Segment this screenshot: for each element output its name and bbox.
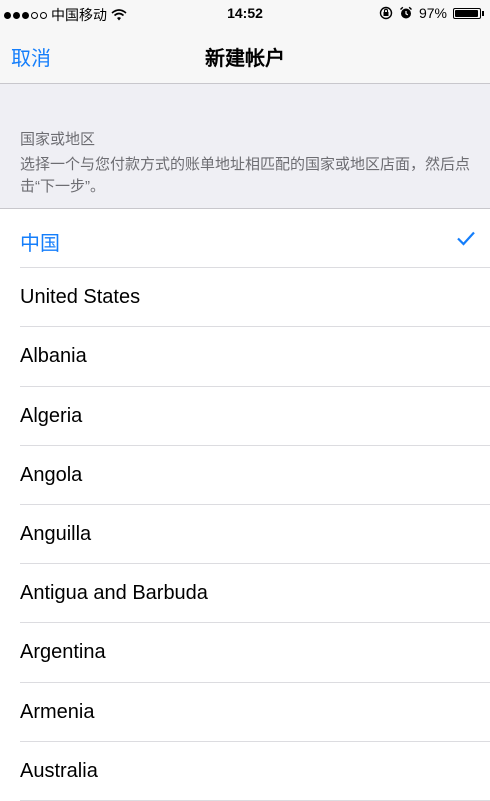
country-label: United States bbox=[20, 286, 141, 309]
country-label: Australia bbox=[20, 759, 98, 782]
country-row[interactable]: Angola bbox=[0, 446, 490, 506]
country-label: Albania bbox=[20, 345, 87, 368]
rotation-lock-icon bbox=[379, 6, 393, 20]
alarm-icon bbox=[399, 6, 412, 19]
section-header: 国家或地区 选择一个与您付款方式的账单地址相匹配的国家或地区店面，然后点击“下一… bbox=[0, 84, 490, 209]
country-row[interactable]: Australia bbox=[0, 742, 490, 801]
country-row[interactable]: Anguilla bbox=[0, 505, 490, 565]
section-title: 国家或地区 bbox=[20, 131, 96, 148]
country-row[interactable]: United States bbox=[0, 268, 490, 328]
section-description: 选择一个与您付款方式的账单地址相匹配的国家或地区店面，然后点击“下一步”。 bbox=[20, 156, 471, 195]
country-row[interactable]: Albania bbox=[0, 327, 490, 387]
checkmark-icon bbox=[457, 231, 475, 246]
country-label: Armenia bbox=[20, 700, 95, 723]
country-row[interactable]: Antigua and Barbuda bbox=[0, 564, 490, 624]
country-label: Anguilla bbox=[20, 522, 92, 545]
country-row[interactable]: Armenia bbox=[0, 683, 490, 742]
page-title: 新建帐户 bbox=[205, 48, 285, 70]
status-bar: 中国移动 14:52 97% bbox=[0, 0, 490, 28]
country-label: Antigua and Barbuda bbox=[20, 582, 208, 605]
country-row[interactable]: Algeria bbox=[0, 387, 490, 446]
country-row[interactable]: Argentina bbox=[0, 623, 490, 683]
status-right: 97% bbox=[379, 5, 484, 21]
navigation-bar: 取消 新建帐户 bbox=[0, 28, 490, 84]
country-label: 中国 bbox=[20, 233, 60, 255]
battery-icon bbox=[453, 7, 484, 19]
country-list: 中国 United States Albania Algeria Angola Angui… bbox=[0, 209, 490, 801]
country-row[interactable]: 中国 bbox=[0, 209, 490, 269]
country-label: Argentina bbox=[20, 641, 106, 664]
battery-percent: 97% bbox=[418, 5, 447, 21]
country-label: Angola bbox=[20, 463, 83, 486]
country-label: Algeria bbox=[20, 404, 83, 427]
